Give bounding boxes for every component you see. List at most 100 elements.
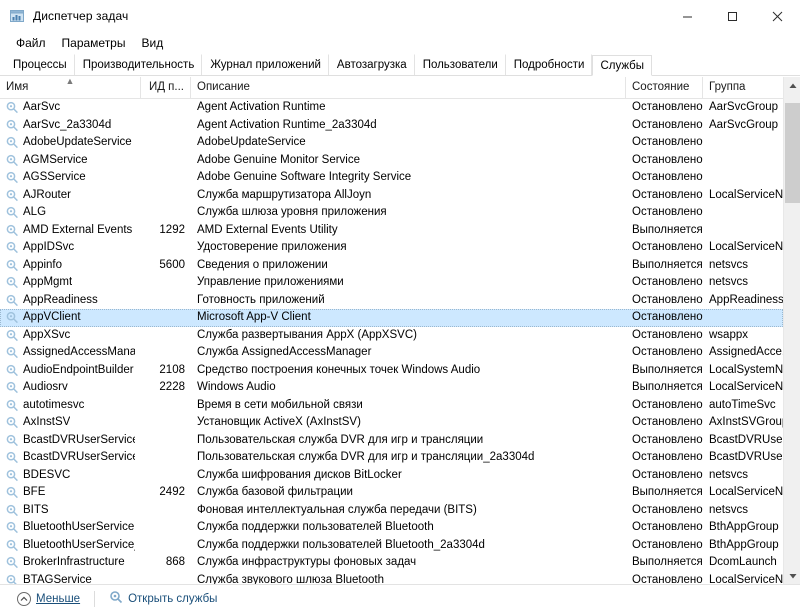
- cell-service-group: netsvcs: [709, 258, 748, 271]
- table-body[interactable]: AarSvc Agent Activation Runtime Остановлен…: [0, 99, 783, 584]
- cell-service-group: AxInstSVGroup: [709, 416, 783, 428]
- service-name-label: AdobeUpdateService: [23, 136, 132, 148]
- table-row[interactable]: Audiosrv 2228 Windows Audio Выполняется Loca…: [0, 379, 783, 397]
- service-name-label: AudioEndpointBuilder: [23, 363, 134, 376]
- cell-service-status: Остановлено: [632, 573, 703, 585]
- table-row[interactable]: AMD External Events Utility 1292 AMD Exter…: [0, 222, 783, 240]
- cell-service-description: Управление приложениями: [197, 276, 344, 288]
- scroll-up-arrow-icon[interactable]: [784, 77, 800, 94]
- chevron-up-circle-icon: [17, 591, 31, 606]
- service-name-label: BrokerInfrastructure: [23, 556, 125, 568]
- table-row[interactable]: AppIDSvc Удостоверение приложения Остановл…: [0, 239, 783, 257]
- services-table: Имя ▲ ИД п... Описание Состояние Группа …: [0, 76, 800, 584]
- column-header-status[interactable]: Состояние: [626, 77, 703, 98]
- table-row[interactable]: BDESVC Служба шифрования дисков BitLocker…: [0, 467, 783, 485]
- cell-service-name: BrokerInfrastructure: [0, 554, 141, 572]
- table-row[interactable]: BcastDVRUserService Пользовательская служ…: [0, 432, 783, 450]
- cell-service-status: Остановлено: [632, 188, 703, 201]
- service-name-label: BTAGService: [23, 573, 92, 585]
- cell-service-group: DcomLaunch: [709, 556, 777, 568]
- table-row[interactable]: AudioEndpointBuilder 2108 Средство построе…: [0, 362, 783, 380]
- service-name-label: AarSvc_2a3304d: [23, 118, 112, 131]
- cell-service-name: AppIDSvc: [0, 239, 141, 257]
- cell-service-pid: 1292: [159, 223, 185, 236]
- scrollbar-track[interactable]: [784, 94, 800, 567]
- cell-service-status: Остановлено: [632, 398, 703, 411]
- cell-service-name: AdobeUpdateService: [0, 134, 141, 152]
- column-header-name-label: Имя: [6, 81, 29, 93]
- tab-processes[interactable]: Процессы: [5, 54, 75, 75]
- service-icon: [6, 399, 19, 412]
- tab-users[interactable]: Пользователи: [415, 54, 506, 75]
- cell-service-group: AarSvcGroup: [709, 101, 779, 113]
- table-row[interactable]: AppVClient Microsoft App-V Client Остановл…: [0, 309, 783, 327]
- cell-service-status: Остановлено: [632, 101, 703, 113]
- table-row[interactable]: AarSvc_2a3304d Agent Activation Runtime_2…: [0, 117, 783, 135]
- table-row[interactable]: BITS Фоновая интеллектуальная служба пере…: [0, 502, 783, 520]
- service-icon: [6, 469, 19, 482]
- table-row[interactable]: AppReadiness Готовность приложений Останов…: [0, 292, 783, 310]
- cell-service-pid: 5600: [159, 258, 185, 271]
- tab-app-history[interactable]: Журнал приложений: [202, 54, 329, 75]
- close-button[interactable]: [755, 0, 800, 32]
- cell-service-description: Время в сети мобильной связи: [197, 398, 363, 411]
- maximize-button[interactable]: [710, 0, 755, 32]
- column-header-name[interactable]: Имя ▲: [0, 77, 141, 98]
- cell-service-pid: 868: [165, 556, 185, 568]
- tab-details[interactable]: Подробности: [506, 54, 593, 75]
- fewer-details-button[interactable]: Меньше: [10, 589, 87, 609]
- tab-performance[interactable]: Производительность: [75, 54, 203, 75]
- cell-service-status: Остановлено: [632, 328, 703, 341]
- tab-services[interactable]: Службы: [592, 55, 653, 76]
- service-icon: [6, 171, 19, 184]
- scroll-down-arrow-icon[interactable]: [784, 567, 800, 584]
- task-manager-icon: [9, 8, 25, 24]
- table-row[interactable]: BluetoothUserService_2a33... Служба подде…: [0, 537, 783, 555]
- cell-service-status: Выполняется: [632, 381, 703, 393]
- column-header-description[interactable]: Описание: [191, 77, 626, 98]
- cell-service-group: netsvcs: [709, 468, 748, 481]
- service-icon: [6, 224, 19, 237]
- fewer-details-label: Меньше: [36, 592, 81, 605]
- scrollbar-thumb[interactable]: [785, 103, 800, 203]
- menu-item-view[interactable]: Вид: [133, 34, 171, 52]
- table-row[interactable]: BluetoothUserService Служба поддержки пол…: [0, 519, 783, 537]
- minimize-button[interactable]: [665, 0, 710, 32]
- column-header-pid[interactable]: ИД п...: [141, 77, 191, 98]
- cell-service-description: Служба шлюза уровня приложения: [197, 206, 387, 218]
- vertical-scrollbar[interactable]: [783, 77, 800, 584]
- cell-service-group: LocalServiceN...: [709, 381, 783, 393]
- service-icon: [6, 154, 19, 167]
- table-row[interactable]: AppMgmt Управление приложениями Остановлен…: [0, 274, 783, 292]
- table-row[interactable]: AdobeUpdateService AdobeUpdateService Оста…: [0, 134, 783, 152]
- cell-service-status: Остановлено: [632, 503, 703, 516]
- service-name-label: AxInstSV: [23, 416, 71, 428]
- table-row[interactable]: AJRouter Служба маршрутизатора AllJoyn Ост…: [0, 187, 783, 205]
- table-row[interactable]: AssignedAccessManagerSvc Служба AssignedA…: [0, 344, 783, 362]
- table-row[interactable]: BcastDVRUserService_2a330... Пользователь…: [0, 449, 783, 467]
- cell-service-name: BluetoothUserService: [0, 519, 141, 537]
- table-row[interactable]: BrokerInfrastructure 868 Служба инфраструк…: [0, 554, 783, 572]
- tab-startup[interactable]: Автозагрузка: [329, 54, 415, 75]
- table-row[interactable]: Appinfo 5600 Сведения о приложении Выполняе…: [0, 257, 783, 275]
- open-services-button[interactable]: Открыть службы: [102, 587, 224, 610]
- table-row[interactable]: ALG Служба шлюза уровня приложения Останов…: [0, 204, 783, 222]
- cell-service-group: LocalSystemN...: [709, 363, 783, 376]
- table-row[interactable]: BFE 2492 Служба базовой фильтрации Выполняе…: [0, 484, 783, 502]
- cell-service-description: Служба поддержки пользователей Bluetooth…: [197, 538, 485, 551]
- service-name-label: Appinfo: [23, 258, 63, 271]
- cell-service-description: Служба шифрования дисков BitLocker: [197, 468, 402, 481]
- table-row[interactable]: AppXSvc Служба развертывания AppX (AppXSV…: [0, 327, 783, 345]
- cell-service-name: AarSvc_2a3304d: [0, 117, 141, 135]
- table-row[interactable]: BTAGService Служба звукового шлюза Blueto…: [0, 572, 783, 585]
- table-row[interactable]: AGSService Adobe Genuine Software Integri…: [0, 169, 783, 187]
- menu-item-file[interactable]: Файл: [8, 34, 54, 52]
- menu-item-options[interactable]: Параметры: [54, 34, 134, 52]
- service-icon: [6, 521, 19, 534]
- table-row[interactable]: AxInstSV Установщик ActiveX (AxInstSV) Ост…: [0, 414, 783, 432]
- table-row[interactable]: AGMService Adobe Genuine Monitor Service О…: [0, 152, 783, 170]
- cell-service-group: AarSvcGroup: [709, 118, 779, 131]
- table-row[interactable]: AarSvc Agent Activation Runtime Остановлен…: [0, 99, 783, 117]
- table-row[interactable]: autotimesvc Время в сети мобильной связи О…: [0, 397, 783, 415]
- column-header-group[interactable]: Группа: [703, 77, 783, 98]
